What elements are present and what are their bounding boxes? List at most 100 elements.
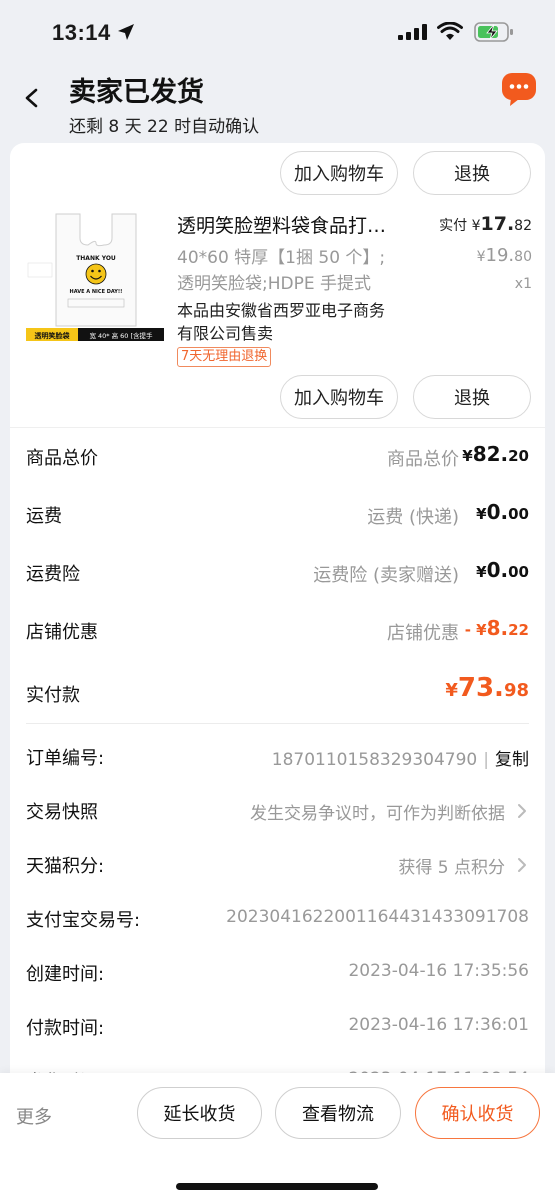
value-dec: 20	[508, 447, 529, 465]
row-value: ¥0.00	[476, 500, 529, 524]
info-label: 订单编号:	[26, 748, 105, 769]
row-value: ¥0.00	[476, 558, 529, 582]
row-desc: 店铺优惠	[387, 623, 459, 644]
info-label: 付款时间:	[26, 1018, 105, 1039]
orig-int: 19.	[485, 245, 515, 266]
paid-currency: ¥	[471, 218, 481, 234]
nice-day-text: HAVE A NICE DAY!!	[70, 289, 123, 295]
row-value: - ¥8.22	[465, 616, 529, 640]
info-label: 天猫积分:	[26, 856, 105, 877]
price-row-store-discount: 店铺优惠 店铺优惠 - ¥8.22	[26, 610, 529, 650]
payment-time-row: 付款时间: 2023-04-16 17:36:01	[26, 1010, 529, 1044]
status-time: 13:14	[52, 20, 111, 45]
paid-int: 17.	[480, 213, 515, 235]
band-left-text: 透明笑脸袋	[35, 331, 71, 340]
currency: ¥	[462, 447, 473, 465]
product-sku: 40*60 特厚【1捆 50 个】; 透明笑脸袋;HDPE 手提式	[177, 245, 427, 297]
row-desc: 商品总价	[387, 449, 459, 470]
value-int: 0.	[486, 500, 509, 524]
row-label: 实付款	[26, 685, 80, 706]
order-detail-card: 加入购物车 退换 THANK YOU HAVE A NICE DAY!! 透明笑…	[10, 143, 545, 1093]
price-row-goods-total: 商品总价 商品总价 ¥82.20	[26, 436, 529, 476]
row-desc: 运费险 (卖家赠送)	[313, 565, 459, 586]
add-to-cart-button-top[interactable]: 加入购物车	[280, 151, 398, 195]
product-original-price: ¥19.80	[477, 245, 532, 266]
paid-label: 实付	[439, 218, 468, 234]
info-value: 2023-04-16 17:36:01	[348, 1015, 529, 1035]
value-int: 8.	[486, 616, 509, 640]
chevron-right-icon	[518, 858, 526, 872]
created-time-row: 创建时间: 2023-04-16 17:35:56	[26, 956, 529, 990]
value-dec: 98	[503, 680, 529, 701]
row-label: 运费险	[26, 564, 80, 585]
separator: |	[483, 750, 489, 770]
seller-line-2: 有限公司售卖	[177, 324, 274, 343]
divider	[10, 427, 545, 428]
tmall-points-row[interactable]: 天猫积分: 获得 5 点积分	[26, 848, 529, 882]
order-number-value: 1870110158329304790	[271, 750, 478, 770]
value-int: 82.	[472, 442, 509, 466]
copy-button[interactable]: 复制	[495, 750, 529, 770]
sku-line-1: 40*60 特厚【1捆 50 个】;	[177, 248, 386, 268]
more-button[interactable]: 更多	[16, 1103, 52, 1129]
currency: ¥	[476, 563, 487, 581]
add-to-cart-button[interactable]: 加入购物车	[280, 375, 398, 419]
value-dec: 22	[508, 621, 529, 639]
minus-sign: -	[464, 621, 477, 639]
orig-currency: ¥	[476, 249, 486, 265]
page-title: 卖家已发货	[69, 77, 204, 108]
wifi-icon	[437, 22, 463, 40]
value-dec: 00	[508, 505, 529, 523]
battery-charging-icon	[474, 22, 513, 42]
product-paid-price: 实付 ¥17.82	[439, 213, 532, 235]
info-value: 获得 5 点积分	[398, 858, 505, 878]
trade-snapshot-row[interactable]: 交易快照 发生交易争议时，可作为判断依据	[26, 794, 529, 828]
row-value: ¥82.20	[462, 442, 529, 466]
product-title[interactable]: 透明笑脸塑料袋食品打…	[177, 211, 422, 238]
value-int: 0.	[486, 558, 509, 582]
price-row-total-paid: 实付款 ¥73.98	[26, 673, 529, 713]
header: 卖家已发货 还剩 8 天 22 时自动确认	[0, 62, 555, 140]
back-arrow-icon[interactable]	[18, 84, 46, 112]
row-label: 商品总价	[26, 448, 98, 469]
product-quantity: x1	[514, 276, 532, 292]
info-label: 交易快照	[26, 802, 98, 823]
total-value: ¥73.98	[445, 673, 529, 703]
status-bar: 13:14	[0, 0, 555, 62]
paid-dec: 82	[514, 218, 532, 234]
auto-confirm-countdown: 还剩 8 天 22 时自动确认	[69, 117, 260, 137]
currency: ¥	[476, 621, 487, 639]
exchange-button-top[interactable]: 退换	[413, 151, 531, 195]
price-row-shipping: 运费 运费 (快递) ¥0.00	[26, 494, 529, 534]
divider	[26, 723, 529, 724]
seller-line-1: 本品由安徽省西罗亚电子商务	[177, 301, 386, 320]
view-logistics-button[interactable]: 查看物流	[275, 1087, 401, 1139]
alipay-trade-no-row: 支付宝交易号: 2023041622001164431433091708	[26, 902, 529, 936]
location-arrow-icon	[118, 24, 134, 40]
order-number-row: 订单编号: 1870110158329304790 | 复制	[26, 740, 529, 774]
product-seller: 本品由安徽省西罗亚电子商务 有限公司售卖	[177, 299, 427, 345]
sku-line-2: 透明笑脸袋;HDPE 手提式	[177, 274, 371, 294]
row-desc: 运费 (快递)	[367, 507, 459, 528]
currency: ¥	[445, 680, 458, 701]
info-label: 创建时间:	[26, 964, 105, 985]
info-label: 支付宝交易号:	[26, 910, 141, 931]
band-right-text: 宽 40* 高 60 [含提手	[89, 331, 153, 340]
exchange-button[interactable]: 退换	[413, 375, 531, 419]
info-value: 2023-04-16 17:35:56	[348, 961, 529, 981]
product-image[interactable]: THANK YOU HAVE A NICE DAY!! 透明笑脸袋 宽 40* …	[26, 211, 164, 341]
currency: ¥	[476, 505, 487, 523]
row-label: 运费	[26, 506, 62, 527]
bottom-action-bar: 更多 延长收货 查看物流 确认收货	[0, 1073, 555, 1200]
price-row-shipping-insurance: 运费险 运费险 (卖家赠送) ¥0.00	[26, 552, 529, 592]
value-int: 73.	[457, 673, 504, 703]
info-value: 2023041622001164431433091708	[226, 907, 529, 927]
confirm-receipt-button[interactable]: 确认收货	[415, 1087, 540, 1139]
orig-dec: 80	[514, 249, 532, 265]
return-policy-badge: 7天无理由退换	[177, 347, 272, 367]
row-label: 店铺优惠	[26, 622, 98, 643]
extend-receipt-button[interactable]: 延长收货	[137, 1087, 262, 1139]
value-dec: 00	[508, 563, 529, 581]
home-indicator	[176, 1183, 378, 1190]
more-options-icon[interactable]	[501, 72, 537, 108]
